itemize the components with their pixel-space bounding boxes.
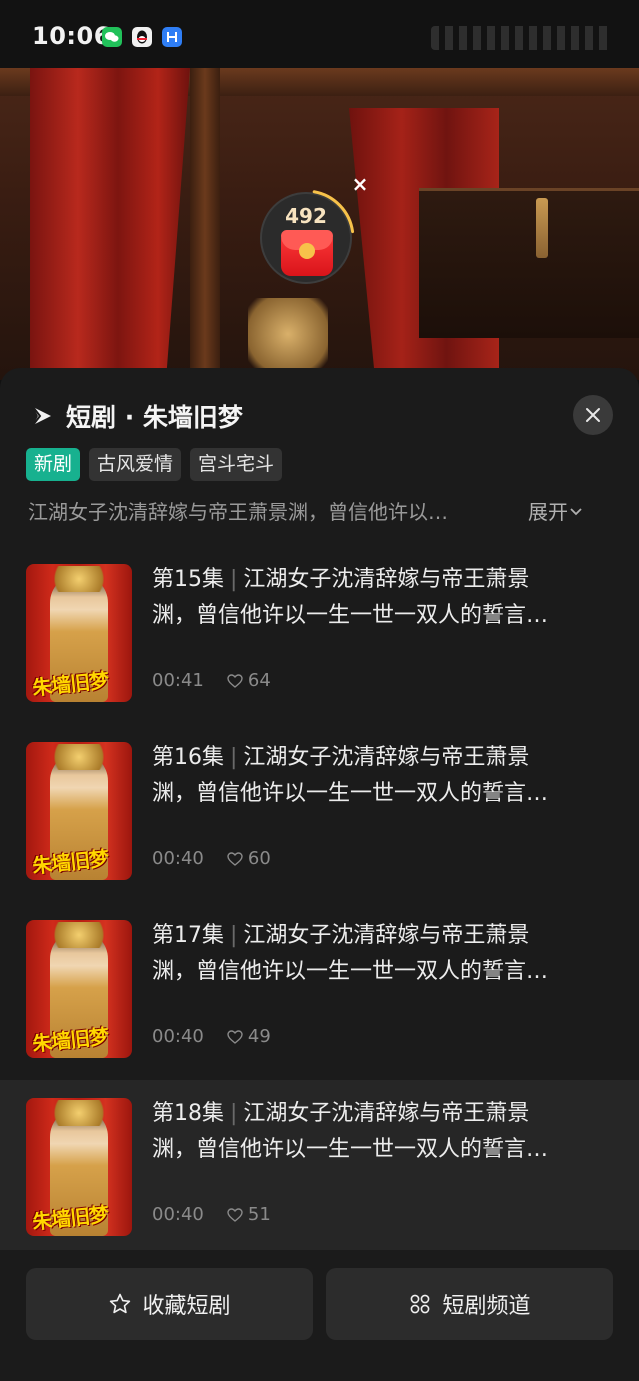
episode-number: 第15集	[152, 567, 224, 592]
episode-title-line1: 江湖女子沈清辞嫁与帝王萧景	[243, 923, 530, 948]
sheet-header: 短剧 · 朱墙旧梦	[28, 398, 243, 434]
episode-thumbnail: 朱墙旧梦	[26, 1098, 132, 1236]
favorite-drama-label: 收藏短剧	[142, 1294, 231, 1319]
episode-row[interactable]: 朱墙旧梦 第17集 | 江湖女子沈清辞嫁与帝王萧景 渊，曾信他许以一生一世一双人的誓…	[0, 902, 639, 1080]
short-drama-logo-icon	[32, 406, 51, 426]
episode-title: 第16集 | 江湖女子沈清辞嫁与帝王萧景 渊，曾信他许以一生一世一双人的誓言…	[152, 740, 612, 812]
episode-title-line2: 渊，曾信他许以一生一世一双人的誓言…	[152, 1137, 549, 1162]
episode-number: 第17集	[152, 923, 224, 948]
episode-duration: 00:40	[152, 1026, 204, 1047]
episode-thumbnail: 朱墙旧梦	[26, 920, 132, 1058]
episode-likes-count: 49	[247, 1026, 271, 1047]
episode-list: 朱墙旧梦 第15集 | 江湖女子沈清辞嫁与帝王萧景 渊，曾信他许以一生一世一双人的誓…	[0, 546, 639, 1258]
heart-icon	[227, 1207, 243, 1222]
scene-pillar	[190, 68, 220, 380]
episode-title-line1: 江湖女子沈清辞嫁与帝王萧景	[243, 1101, 530, 1126]
synopsis-text: 江湖女子沈清辞嫁与帝王萧景渊，曾信他许以…	[28, 500, 448, 524]
episode-meta: 00:41 64	[152, 670, 271, 691]
reward-close-button[interactable]: ×	[350, 174, 370, 194]
episode-likes-count: 51	[247, 1204, 271, 1225]
episode-meta: 00:40 49	[152, 1026, 271, 1047]
episode-title-line1: 江湖女子沈清辞嫁与帝王萧景	[243, 745, 530, 770]
episode-likes: 49	[226, 1026, 271, 1047]
star-icon	[110, 1293, 131, 1314]
episode-duration: 00:40	[152, 1204, 204, 1225]
wechat-icon	[102, 27, 122, 47]
scene-carving	[419, 188, 639, 338]
episode-duration: 00:41	[152, 670, 204, 691]
drama-channel-label: 短剧频道	[442, 1294, 531, 1319]
episode-row-current[interactable]: 朱墙旧梦 第18集 | 江湖女子沈清辞嫁与帝王萧景 渊，曾信他许以一生一世一双人的誓…	[0, 1080, 639, 1258]
episode-thumbnail: 朱墙旧梦	[26, 742, 132, 880]
episode-thumbnail: 朱墙旧梦	[26, 564, 132, 702]
favorite-drama-button[interactable]: 收藏短剧	[26, 1268, 313, 1340]
tag-genre[interactable]: 宫斗宅斗	[190, 448, 283, 481]
scene-tassel	[536, 198, 548, 258]
bottom-action-bar: 收藏短剧 短剧频道	[0, 1250, 639, 1381]
episode-likes-count: 64	[247, 670, 271, 691]
scene-curtain-left	[30, 68, 190, 380]
episode-likes-count: 60	[247, 848, 271, 869]
episode-meta: 00:40 60	[152, 848, 271, 869]
status-time: 10:06	[32, 22, 111, 50]
episode-title-line2: 渊，曾信他许以一生一世一双人的誓言…	[152, 603, 549, 628]
tag-new[interactable]: 新剧	[26, 448, 81, 481]
episode-likes: 60	[226, 848, 271, 869]
status-indicators	[431, 26, 611, 50]
heart-icon	[227, 673, 243, 688]
episode-row[interactable]: 朱墙旧梦 第15集 | 江湖女子沈清辞嫁与帝王萧景 渊，曾信他许以一生一世一双人的誓…	[0, 546, 639, 724]
qq-icon	[132, 27, 152, 47]
sheet-title: 短剧 · 朱墙旧梦	[66, 403, 243, 432]
episode-duration: 00:40	[152, 848, 204, 869]
tag-genre[interactable]: 古风爱情	[89, 448, 182, 481]
expand-label: 展开	[528, 500, 568, 524]
episode-title-line2: 渊，曾信他许以一生一世一双人的誓言…	[152, 781, 549, 806]
episode-likes: 51	[226, 1204, 271, 1225]
expand-button[interactable]: 展开	[528, 496, 584, 525]
episode-likes: 64	[226, 670, 271, 691]
heart-icon	[227, 1029, 243, 1044]
episode-title-line1: 江湖女子沈清辞嫁与帝王萧景	[243, 567, 530, 592]
heart-icon	[227, 851, 243, 866]
status-bar: 10:06	[0, 0, 639, 68]
episode-sheet: 短剧 · 朱墙旧梦 新剧 古风爱情 宫斗宅斗 江湖女子沈清辞嫁与帝王萧景渊，曾信…	[0, 368, 639, 1381]
episode-row[interactable]: 朱墙旧梦 第16集 | 江湖女子沈清辞嫁与帝王萧景 渊，曾信他许以一生一世一双人的誓…	[0, 724, 639, 902]
episode-title: 第18集 | 江湖女子沈清辞嫁与帝王萧景 渊，曾信他许以一生一世一双人的誓言…	[152, 1096, 612, 1168]
grid-icon	[411, 1294, 430, 1314]
episode-number: 第18集	[152, 1101, 224, 1126]
synopsis: 江湖女子沈清辞嫁与帝王萧景渊，曾信他许以… 展开	[28, 496, 598, 525]
thumbnail-caption: 朱墙旧梦	[31, 1202, 110, 1234]
close-icon	[586, 408, 600, 422]
app-icon	[162, 27, 182, 47]
sheet-close-button[interactable]	[573, 395, 613, 435]
thumbnail-caption: 朱墙旧梦	[31, 846, 110, 878]
episode-title-line2: 渊，曾信他许以一生一世一双人的誓言…	[152, 959, 549, 984]
drama-channel-button[interactable]: 短剧频道	[326, 1268, 613, 1340]
episode-meta: 00:40 51	[152, 1204, 271, 1225]
reward-progress-ring	[257, 189, 355, 287]
episode-title: 第17集 | 江湖女子沈清辞嫁与帝王萧景 渊，曾信他许以一生一世一双人的誓言…	[152, 918, 612, 990]
tag-list: 新剧 古风爱情 宫斗宅斗	[26, 448, 283, 481]
episode-number: 第16集	[152, 745, 224, 770]
thumbnail-caption: 朱墙旧梦	[31, 668, 110, 700]
chevron-down-icon	[570, 507, 582, 515]
episode-title: 第15集 | 江湖女子沈清辞嫁与帝王萧景 渊，曾信他许以一生一世一双人的誓言…	[152, 562, 612, 634]
thumbnail-caption: 朱墙旧梦	[31, 1024, 110, 1056]
